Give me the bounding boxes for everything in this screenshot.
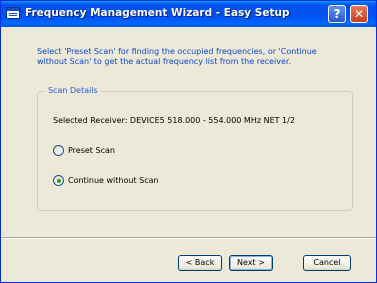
scan-details-title: Scan Details bbox=[45, 85, 101, 97]
help-button[interactable]: ? bbox=[328, 5, 346, 23]
close-button[interactable]: ✕ bbox=[350, 5, 368, 23]
app-window-icon bbox=[6, 7, 20, 19]
window-title: Frequency Management Wizard - Easy Setup bbox=[25, 7, 290, 19]
wizard-window: Frequency Management Wizard - Easy Setup… bbox=[0, 0, 377, 283]
instruction-text: Select 'Preset Scan' for finding the occ… bbox=[37, 47, 317, 66]
next-button[interactable]: Next > bbox=[229, 255, 273, 271]
preset-scan-radio[interactable] bbox=[53, 145, 64, 156]
selected-receiver-text: Selected Receiver: DEVICE5 518.000 - 554… bbox=[53, 116, 295, 125]
cancel-button[interactable]: Cancel bbox=[303, 255, 351, 271]
continue-without-scan-label[interactable]: Continue without Scan bbox=[68, 176, 159, 186]
wizard-content: Select 'Preset Scan' for finding the occ… bbox=[1, 27, 376, 282]
continue-without-scan-radio[interactable] bbox=[53, 175, 64, 186]
radio-selected-dot bbox=[56, 178, 61, 183]
footer-separator bbox=[1, 237, 376, 239]
preset-scan-label[interactable]: Preset Scan bbox=[68, 146, 115, 156]
title-bar[interactable]: Frequency Management Wizard - Easy Setup… bbox=[1, 1, 376, 27]
back-button[interactable]: < Back bbox=[178, 255, 222, 271]
